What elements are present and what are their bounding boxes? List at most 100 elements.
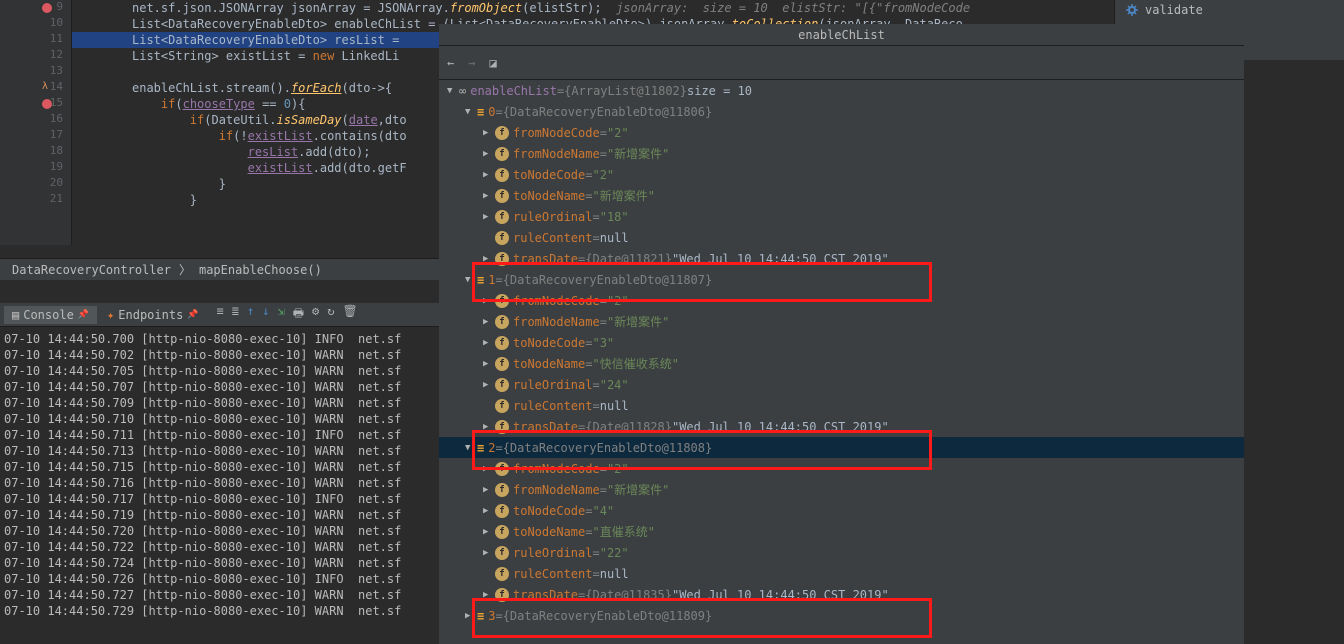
debug-variables-tree[interactable]: ▼∞enableChList = {ArrayList@11802} size … (439, 80, 1244, 644)
up-icon[interactable]: ↑ (247, 304, 254, 325)
trash-icon[interactable]: 🗑 (342, 304, 357, 325)
var-name: toNodeName (513, 525, 585, 539)
expand-arrow-icon[interactable]: ▶ (465, 611, 477, 621)
filter-icon[interactable]: ◪ (489, 56, 496, 70)
tree-row[interactable]: fruleContent = null (439, 395, 1244, 416)
tree-row[interactable]: ▶ffromNodeName = "新增案件" (439, 479, 1244, 500)
expand-arrow-icon[interactable]: ▶ (483, 317, 495, 327)
tree-row[interactable]: ▶ftransDate = {Date@11828} "Wed Jul 10 1… (439, 416, 1244, 437)
tree-row[interactable]: ▶ftransDate = {Date@11835} "Wed Jul 10 1… (439, 584, 1244, 605)
validate-action[interactable]: validate (1115, 0, 1344, 20)
tree-row[interactable]: ▶ffromNodeCode = "2" (439, 458, 1244, 479)
breadcrumb[interactable]: DataRecoveryController 〉 mapEnableChoose… (0, 258, 439, 280)
line-number[interactable]: 19 (50, 160, 63, 173)
tree-row[interactable]: ▶ffromNodeName = "新增案件" (439, 143, 1244, 164)
export-icon[interactable]: ⇲ (277, 304, 284, 325)
clear-icon[interactable]: ↻ (327, 304, 334, 325)
var-name: ruleOrdinal (513, 378, 592, 392)
expand-arrow-icon[interactable]: ▶ (483, 527, 495, 537)
expand-arrow-icon[interactable]: ▶ (483, 380, 495, 390)
line-number[interactable]: 9 (56, 0, 63, 13)
tree-row[interactable]: ▶≡3 = {DataRecoveryEnableDto@11809} (439, 605, 1244, 626)
field-icon: f (495, 336, 509, 350)
breadcrumb-method[interactable]: mapEnableChoose() (195, 263, 326, 277)
expand-arrow-icon[interactable]: ▼ (465, 107, 477, 117)
field-icon: f (495, 210, 509, 224)
code-line[interactable]: if(DateUtil.isSameDay(date,dto (132, 112, 407, 128)
lambda-icon: λ (42, 81, 48, 92)
tree-row[interactable]: ▶ffromNodeCode = "2" (439, 290, 1244, 311)
expand-arrow-icon[interactable]: ▶ (483, 338, 495, 348)
expand-arrow-icon[interactable]: ▶ (483, 590, 495, 600)
code-line[interactable]: resList.add(dto); (132, 144, 370, 160)
line-number[interactable]: 17 (50, 128, 63, 141)
forward-icon[interactable]: → (468, 56, 475, 70)
tree-row[interactable]: ▼≡1 = {DataRecoveryEnableDto@11807} (439, 269, 1244, 290)
line-number[interactable]: 14 (50, 80, 63, 93)
console-output[interactable]: 07-10 14:44:50.700 [http-nio-8080-exec-1… (0, 327, 439, 644)
expand-arrow-icon[interactable]: ▶ (483, 548, 495, 558)
code-line[interactable]: enableChList.stream().forEach(dto->{ (132, 80, 392, 96)
down-icon[interactable]: ↓ (262, 304, 269, 325)
tree-row[interactable]: ▶fruleOrdinal = "24" (439, 374, 1244, 395)
expand-arrow-icon[interactable]: ▼ (465, 443, 477, 453)
line-number[interactable]: 12 (50, 48, 63, 61)
align-icon[interactable]: ≡ (217, 304, 224, 325)
line-number[interactable]: 16 (50, 112, 63, 125)
code-line[interactable]: net.sf.json.JSONArray jsonArray = JSONAr… (132, 0, 970, 16)
code-line[interactable]: existList.add(dto.getF (132, 160, 407, 176)
tree-row[interactable]: ▶ftoNodeCode = "2" (439, 164, 1244, 185)
back-icon[interactable]: ← (447, 56, 454, 70)
equals: = (557, 84, 564, 98)
breakpoint-icon[interactable] (42, 3, 52, 13)
tree-row[interactable]: ▼∞enableChList = {ArrayList@11802} size … (439, 80, 1244, 101)
line-number[interactable]: 13 (50, 64, 63, 77)
expand-arrow-icon[interactable]: ▶ (483, 359, 495, 369)
expand-arrow-icon[interactable]: ▶ (483, 170, 495, 180)
expand-arrow-icon[interactable]: ▶ (483, 485, 495, 495)
tree-row[interactable]: fruleContent = null (439, 563, 1244, 584)
filter-icon[interactable]: ⚙ (312, 304, 319, 325)
expand-arrow-icon[interactable]: ▶ (483, 254, 495, 264)
expand-arrow-icon[interactable]: ▼ (447, 86, 459, 96)
tree-row[interactable]: ▶ftoNodeCode = "4" (439, 500, 1244, 521)
line-number[interactable]: 20 (50, 176, 63, 189)
tree-row[interactable]: fruleContent = null (439, 227, 1244, 248)
tree-row[interactable]: ▶ftoNodeName = "快信催收系统" (439, 353, 1244, 374)
line-number[interactable]: 11 (50, 32, 63, 45)
expand-arrow-icon[interactable]: ▶ (483, 464, 495, 474)
expand-arrow-icon[interactable]: ▶ (483, 149, 495, 159)
breadcrumb-class[interactable]: DataRecoveryController (8, 263, 175, 277)
expand-arrow-icon[interactable]: ▼ (465, 275, 477, 285)
expand-arrow-icon[interactable]: ▶ (483, 506, 495, 516)
print-icon[interactable]: 🖶 (293, 304, 304, 325)
equals: = (578, 420, 585, 434)
code-line[interactable]: } (132, 176, 226, 192)
wrap-icon[interactable]: ≣ (232, 304, 239, 325)
breakpoint-icon[interactable] (42, 99, 52, 109)
tree-row[interactable]: ▶ffromNodeCode = "2" (439, 122, 1244, 143)
tree-row[interactable]: ▶ftoNodeCode = "3" (439, 332, 1244, 353)
code-line[interactable]: if(chooseType == 0){ (132, 96, 305, 112)
expand-arrow-icon[interactable]: ▶ (483, 191, 495, 201)
line-number[interactable]: 18 (50, 144, 63, 157)
line-number[interactable]: 10 (50, 16, 63, 29)
tab-endpoints[interactable]: ✦ Endpoints 📌 (99, 306, 206, 324)
expand-arrow-icon[interactable]: ▶ (483, 128, 495, 138)
expand-arrow-icon[interactable]: ▶ (483, 212, 495, 222)
code-line[interactable]: List<String> existList = new LinkedLi (132, 48, 399, 64)
line-number[interactable]: 21 (50, 192, 63, 205)
tab-console[interactable]: ▤ Console 📌 (4, 306, 97, 324)
tree-row[interactable]: ▶ffromNodeName = "新增案件" (439, 311, 1244, 332)
code-line[interactable]: if(!existList.contains(dto (132, 128, 407, 144)
tree-row[interactable]: ▶ftoNodeName = "新增案件" (439, 185, 1244, 206)
tree-row[interactable]: ▼≡2 = {DataRecoveryEnableDto@11808} (439, 437, 1244, 458)
tree-row[interactable]: ▶fruleOrdinal = "22" (439, 542, 1244, 563)
expand-arrow-icon[interactable]: ▶ (483, 422, 495, 432)
tree-row[interactable]: ▶ftoNodeName = "直催系统" (439, 521, 1244, 542)
tree-row[interactable]: ▶fruleOrdinal = "18" (439, 206, 1244, 227)
tree-row[interactable]: ▶ftransDate = {Date@11821} "Wed Jul 10 1… (439, 248, 1244, 269)
code-line[interactable]: } (132, 192, 197, 208)
expand-arrow-icon[interactable]: ▶ (483, 296, 495, 306)
tree-row[interactable]: ▼≡0 = {DataRecoveryEnableDto@11806} (439, 101, 1244, 122)
